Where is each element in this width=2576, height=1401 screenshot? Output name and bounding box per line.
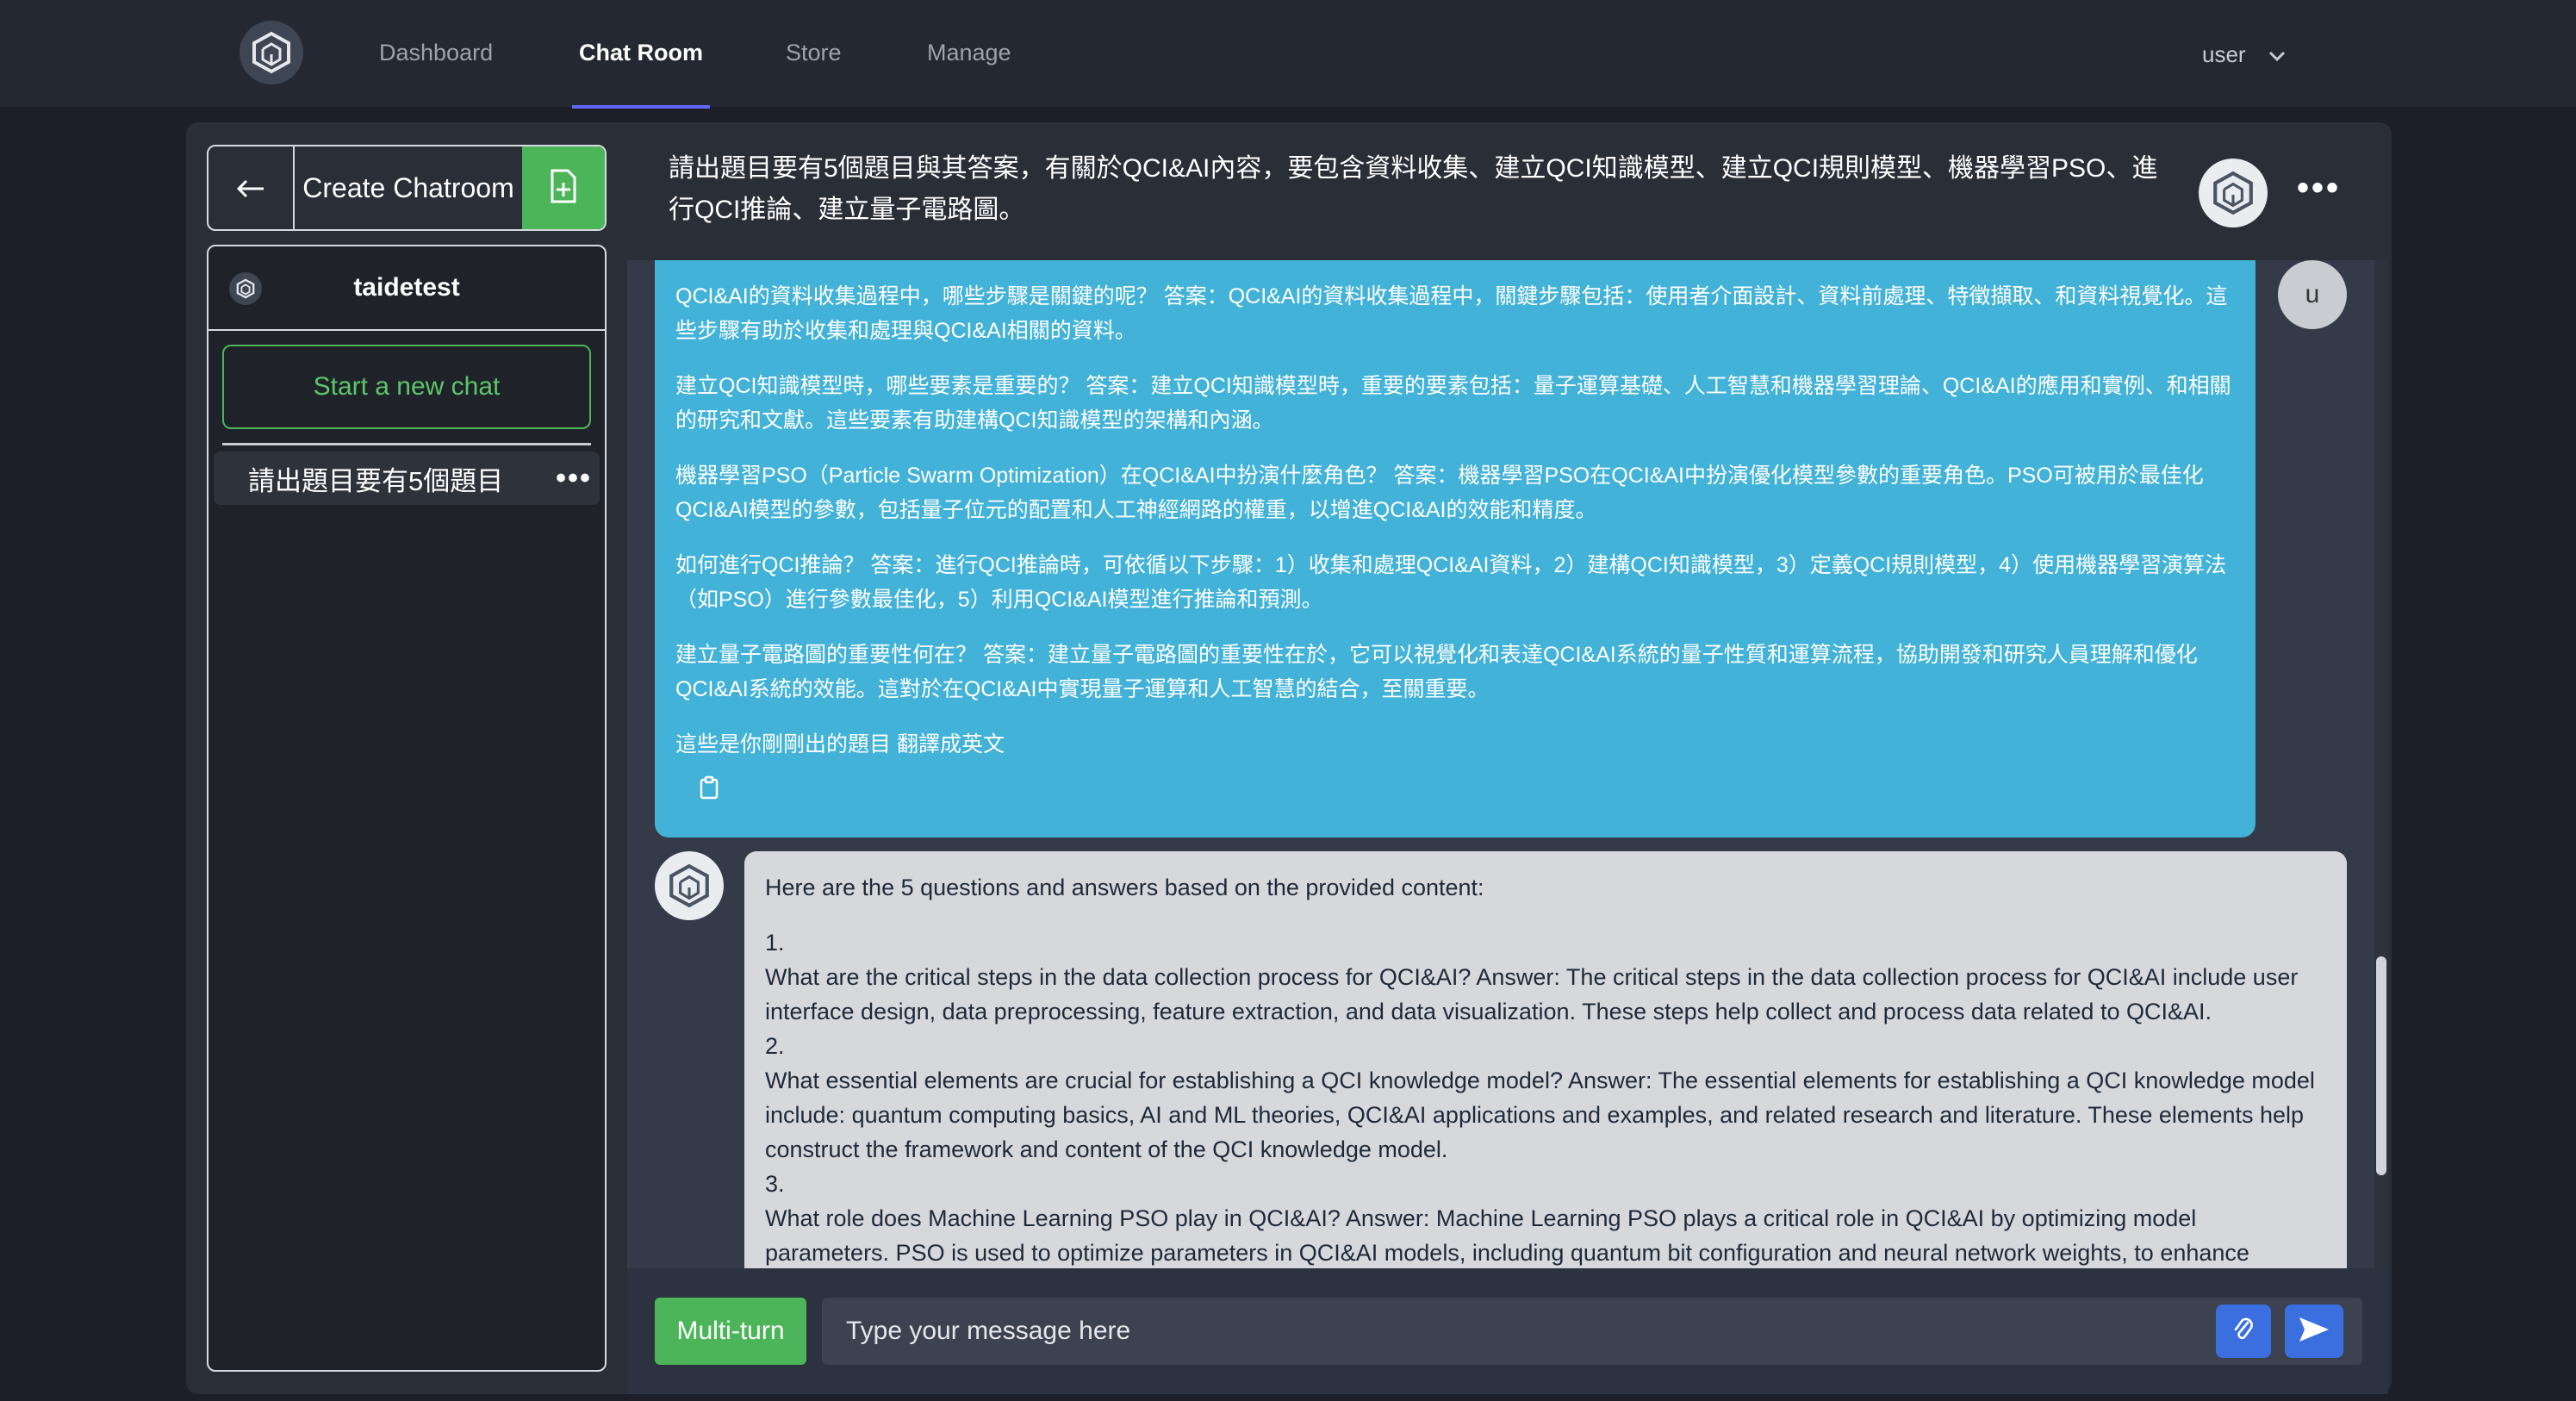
room-avatar-icon	[229, 272, 262, 305]
bot-item-text: What are the critical steps in the data …	[765, 964, 2299, 1024]
arrow-left-icon	[236, 169, 265, 208]
more-options-icon[interactable]: •••	[548, 462, 600, 495]
bot-item-number: 1.	[765, 930, 785, 956]
user-message-paragraph: 建立QCI知識模型時，哪些要素是重要的？ 答案：建立QCI知識模型時，重要的要素…	[675, 374, 2231, 433]
bot-item-text: What essential elements are crucial for …	[765, 1068, 2315, 1162]
bot-item-number: 2.	[765, 1033, 785, 1059]
bot-item-text: What role does Machine Learning PSO play…	[765, 1205, 2249, 1266]
attach-button[interactable]	[2216, 1304, 2271, 1358]
chat-list-item[interactable]: 請出題目要有5個題目 •••	[214, 451, 600, 505]
create-chatroom-bar: Create Chatroom	[207, 145, 607, 231]
user-menu[interactable]: user	[2202, 0, 2286, 109]
start-new-chat-button[interactable]: Start a new chat	[222, 345, 591, 429]
user-message-paragraph: 機器學習PSO（Particle Swarm Optimization）在QCI…	[675, 464, 2204, 522]
cube-logo-icon[interactable]	[240, 21, 303, 84]
send-icon	[2298, 1316, 2330, 1348]
chat-scrollbar-thumb[interactable]	[2376, 956, 2386, 1175]
chat-title: 請出題目要有5個題目與其答案，有關於QCI&AI內容，要包含資料收集、建立QCI…	[669, 154, 2158, 224]
paperclip-icon	[2232, 1316, 2255, 1348]
user-message-paragraph: QCI&AI的資料收集過程中，哪些步驟是關鍵的呢？ 答案：QCI&AI的資料收集…	[675, 284, 2228, 343]
chevron-down-icon	[2268, 3, 2286, 106]
back-button[interactable]	[208, 146, 295, 229]
bot-item-number: 3.	[765, 1171, 785, 1197]
bot-message-intro: Here are the 5 questions and answers bas…	[765, 875, 1484, 900]
user-avatar: u	[2278, 260, 2347, 329]
nav-chat-room[interactable]: Chat Room	[572, 0, 710, 109]
sidebar-panel: taidetest Start a new chat 請出題目要有5個題目 ••…	[207, 245, 607, 1372]
bot-message-bubble: Here are the 5 questions and answers bas…	[744, 851, 2347, 1268]
user-message-paragraph: 如何進行QCI推論？ 答案：進行QCI推論時，可依循以下步驟：1）收集和處理QC…	[675, 553, 2227, 612]
add-file-icon	[549, 169, 578, 208]
multi-turn-toggle[interactable]: Multi-turn	[655, 1298, 806, 1365]
user-label: user	[2202, 41, 2246, 67]
nav-manage[interactable]: Manage	[927, 0, 1011, 109]
bot-message-avatar-icon	[655, 851, 724, 920]
add-chatroom-button[interactable]	[522, 146, 605, 229]
nav-store[interactable]: Store	[786, 0, 842, 109]
divider	[222, 443, 591, 445]
user-message-bubble: QCI&AI的資料收集過程中，哪些步驟是關鍵的呢？ 答案：QCI&AI的資料收集…	[655, 260, 2256, 837]
copy-icon[interactable]	[700, 775, 719, 810]
chat-item-label: 請出題目要有5個題目	[248, 465, 504, 496]
create-chatroom-button[interactable]: Create Chatroom	[295, 146, 522, 229]
room-name: taidetest	[353, 273, 460, 302]
message-input[interactable]	[822, 1298, 2362, 1365]
top-navbar: Dashboard Chat Room Store Manage user	[0, 0, 2576, 109]
send-button[interactable]	[2285, 1304, 2343, 1358]
nav-dashboard[interactable]: Dashboard	[379, 0, 493, 109]
header-more-icon[interactable]: •••	[2297, 169, 2341, 208]
user-message-paragraph: 建立量子電路圖的重要性何在？ 答案：建立量子電路圖的重要性在於，它可以視覺化和表…	[675, 643, 2198, 701]
room-header: taidetest	[208, 246, 605, 331]
bot-avatar-icon	[2199, 159, 2268, 227]
user-message-paragraph: 這些是你剛剛出的題目 翻譯成英文	[675, 732, 1005, 757]
